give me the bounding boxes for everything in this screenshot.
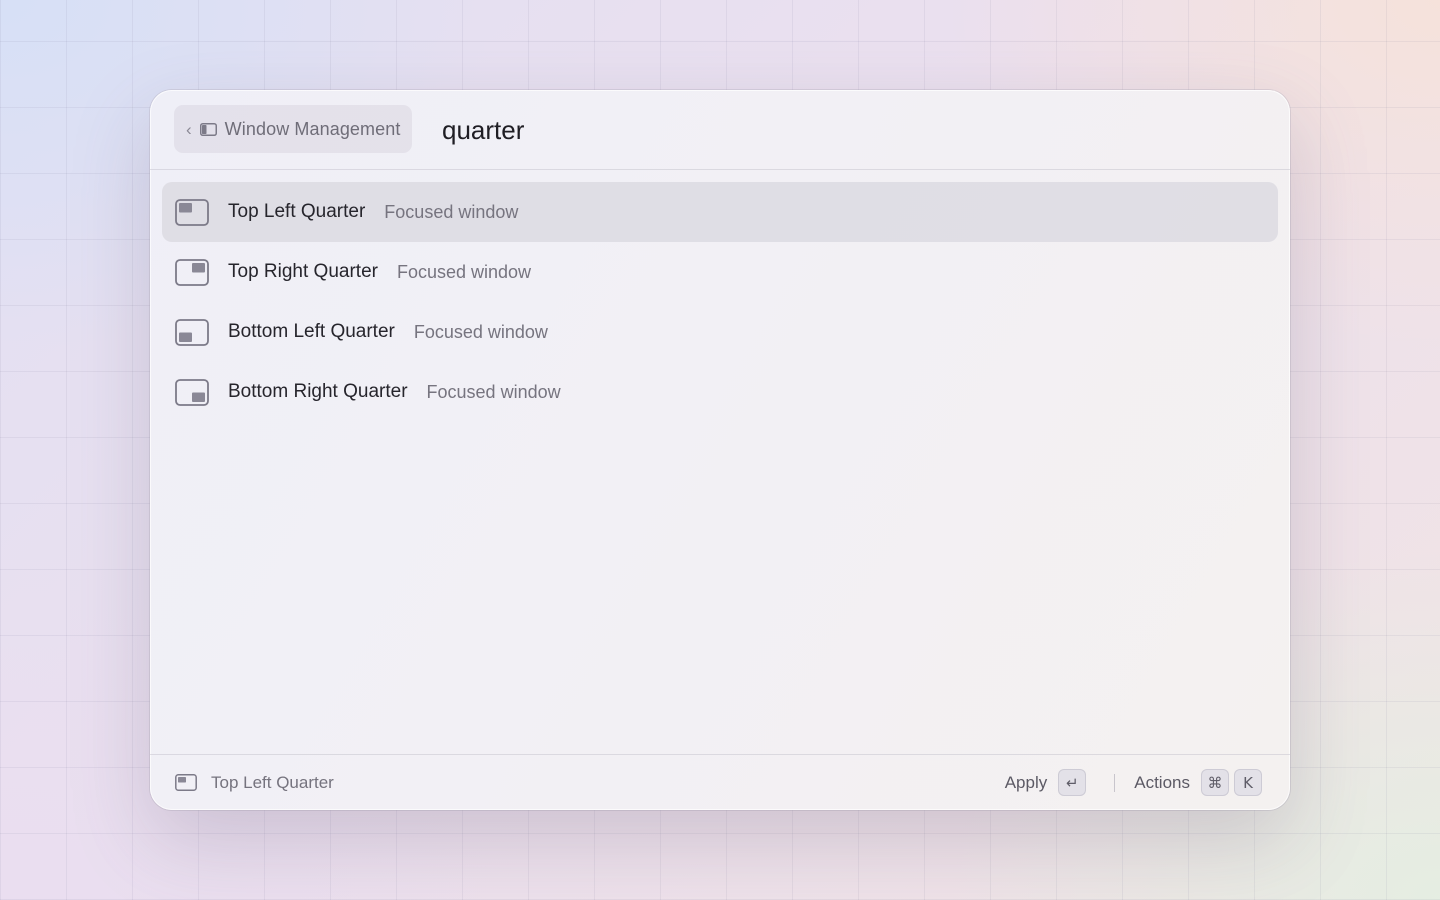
result-title: Top Right Quarter [228,261,378,282]
result-subtitle: Focused window [413,321,548,342]
search-input[interactable] [442,110,1142,150]
selected-item-preview: Top Left Quarter [175,755,334,810]
return-key-icon: ↵ [1058,769,1087,796]
result-item-bottom-right-quarter[interactable]: Bottom Right Quarter Focused window [162,362,1278,422]
top-left-quarter-icon [175,198,209,226]
selected-item-title: Top Left Quarter [211,772,334,792]
actions-shortcut: ⌘ K [1201,769,1262,796]
launcher-window: ‹ Window Management Top Left Quarter Foc… [150,90,1290,810]
actions-label: Actions [1134,772,1190,792]
bottom-left-quarter-icon [175,318,209,346]
bottom-right-quarter-icon [175,378,209,406]
results-list: Top Left Quarter Focused window Top Righ… [162,182,1278,422]
result-title: Bottom Right Quarter [228,381,408,402]
top-right-quarter-icon [175,258,209,286]
result-subtitle: Focused window [396,261,532,282]
result-item-bottom-left-quarter[interactable]: Bottom Left Quarter Focused window [162,302,1278,362]
result-title: Top Left Quarter [228,201,366,222]
top-left-quarter-icon [175,774,197,791]
action-bar: Top Left Quarter Apply ↵ Actions ⌘ K [150,754,1290,810]
result-item-top-left-quarter[interactable]: Top Left Quarter Focused window [162,182,1278,242]
sidebar-icon [199,122,217,136]
footer-divider [1114,773,1116,792]
footer-actions: Apply ↵ Actions ⌘ K [1005,755,1262,810]
breadcrumb-back-button[interactable]: ‹ Window Management [174,105,413,153]
search-header: ‹ Window Management [150,90,1290,170]
apply-label: Apply [1004,772,1048,792]
chevron-left-icon: ‹ [186,120,192,139]
apply-button[interactable]: Apply ↵ [1005,769,1087,796]
actions-button[interactable]: Actions ⌘ K [1134,769,1262,796]
breadcrumb-label: Window Management [224,118,401,139]
result-title: Bottom Left Quarter [228,321,395,342]
result-subtitle: Focused window [384,201,519,222]
command-key-icon: ⌘ [1201,769,1229,796]
k-key: K [1234,769,1262,796]
result-subtitle: Focused window [426,381,561,402]
result-item-top-right-quarter[interactable]: Top Right Quarter Focused window [162,242,1278,302]
